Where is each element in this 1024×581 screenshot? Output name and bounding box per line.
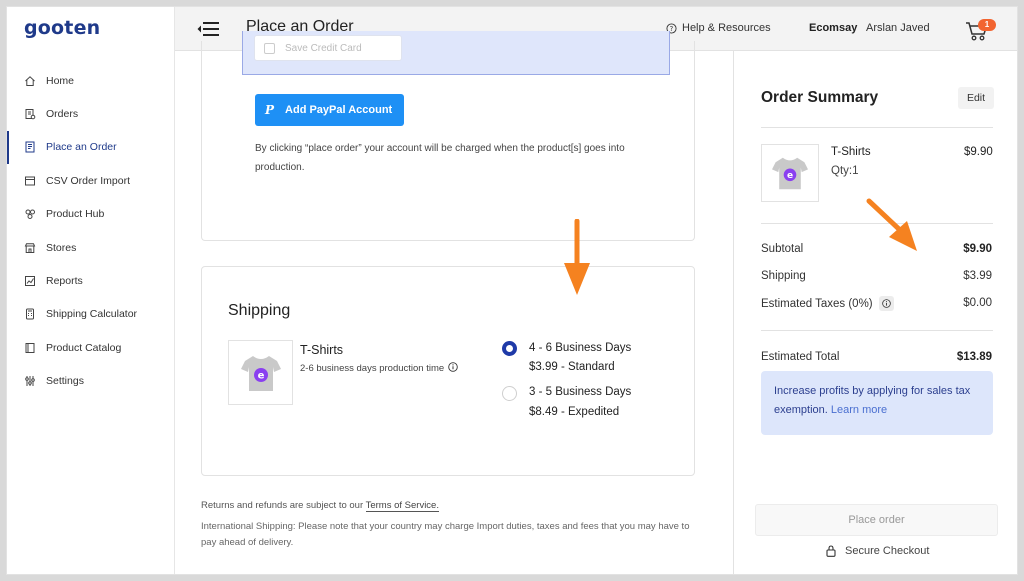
estimated-total-value: $13.89 xyxy=(956,351,992,363)
shipping-product-name: T-Shirts xyxy=(300,343,344,357)
sidebar-item-label: Product Catalog xyxy=(46,341,122,354)
gooten-logo[interactable]: gooten xyxy=(24,17,100,39)
shipping-option-price: $3.99 - Standard xyxy=(529,361,615,373)
help-resources-link[interactable]: ? Help & Resources xyxy=(666,22,771,34)
save-credit-card-checkbox[interactable]: Save Credit Card xyxy=(254,35,402,61)
subtotal-value: $9.90 xyxy=(963,243,992,255)
shipping-option-standard-radio[interactable] xyxy=(502,341,517,356)
place-order-button[interactable]: Place order xyxy=(755,504,998,536)
sidebar-item-stores[interactable]: Stores xyxy=(7,231,175,264)
summary-product-thumbnail: e xyxy=(761,144,819,202)
checkbox-icon xyxy=(264,42,275,54)
shipping-value: $3.99 xyxy=(963,270,992,282)
stores-icon xyxy=(24,242,36,254)
home-icon xyxy=(24,75,36,87)
shipping-option-price: $8.49 - Expedited xyxy=(529,406,620,418)
international-shipping-note: International Shipping: Please note that… xyxy=(201,521,690,548)
estimated-total-label: Estimated Total xyxy=(761,351,840,363)
secure-checkout-label: Secure Checkout xyxy=(845,545,930,557)
terms-of-service-link[interactable]: Terms of Service. xyxy=(365,500,439,512)
sidebar-nav: Home Orders Place an Order CSV Order Imp… xyxy=(7,64,175,398)
svg-text:e: e xyxy=(257,370,264,381)
summary-product-price: $9.90 xyxy=(964,146,993,158)
svg-text:?: ? xyxy=(670,25,674,33)
reports-icon xyxy=(24,275,36,287)
order-summary-title: Order Summary xyxy=(761,89,879,106)
estimated-taxes-label: Estimated Taxes (0%) xyxy=(761,297,873,310)
divider xyxy=(761,127,993,128)
add-paypal-button[interactable]: P Add PayPal Account xyxy=(255,94,404,126)
diagonal-arrow-icon xyxy=(866,198,917,251)
sidebar-item-reports[interactable]: Reports xyxy=(7,264,175,297)
sidebar-item-settings[interactable]: Settings xyxy=(7,365,175,398)
orders-icon xyxy=(24,108,36,120)
sidebar: gooten Home Orders Place an Order CSV Or… xyxy=(7,7,175,574)
settings-icon xyxy=(24,375,36,387)
payment-card: Save Credit Card P Add PayPal Account By… xyxy=(201,31,695,241)
help-label: Help & Resources xyxy=(682,22,771,34)
estimated-taxes-value: $0.00 xyxy=(963,297,992,309)
sidebar-item-label: Reports xyxy=(46,275,83,288)
sidebar-item-product-hub[interactable]: Product Hub xyxy=(7,198,175,231)
edit-button[interactable]: Edit xyxy=(958,87,994,109)
divider xyxy=(761,330,993,331)
sidebar-item-label: CSV Order Import xyxy=(46,174,131,187)
lock-icon xyxy=(826,545,836,557)
sidebar-item-shipping-calculator[interactable]: Shipping Calculator xyxy=(7,298,175,331)
sidebar-item-csv-import[interactable]: CSV Order Import xyxy=(7,164,175,197)
main-content: Save Credit Card P Add PayPal Account By… xyxy=(175,31,733,574)
tshirt-icon: e xyxy=(772,157,808,190)
cart-count-badge: 1 xyxy=(978,19,996,31)
production-time: 2-6 business days production time xyxy=(300,363,445,374)
sidebar-item-label: Orders xyxy=(46,108,79,121)
csv-import-icon xyxy=(24,175,36,187)
menu-collapse-icon[interactable] xyxy=(196,20,220,38)
info-icon[interactable] xyxy=(448,362,458,372)
add-paypal-label: Add PayPal Account xyxy=(285,104,393,116)
charge-disclaimer: By clicking “place order” your account w… xyxy=(255,143,625,173)
tshirt-icon: e xyxy=(240,355,281,391)
tax-info-icon[interactable] xyxy=(878,296,894,311)
shipping-label: Shipping xyxy=(761,270,806,282)
sidebar-item-home[interactable]: Home xyxy=(7,64,175,97)
product-thumbnail: e xyxy=(228,340,293,405)
returns-text: Returns and refunds are subject to our xyxy=(201,500,366,511)
app-window: gooten Home Orders Place an Order CSV Or… xyxy=(6,6,1018,575)
sidebar-item-label: Settings xyxy=(46,375,84,388)
tax-exemption-note: Increase profits by applying for sales t… xyxy=(761,371,993,435)
learn-more-link[interactable]: Learn more xyxy=(831,404,887,416)
calculator-icon xyxy=(24,308,36,320)
estimated-taxes-row: Estimated Taxes (0%) xyxy=(761,296,894,311)
user-name[interactable]: Arslan Javed xyxy=(866,22,930,34)
save-credit-card-label: Save Credit Card xyxy=(285,42,362,54)
catalog-icon xyxy=(24,342,36,354)
sidebar-item-orders[interactable]: Orders xyxy=(7,97,175,130)
place-order-icon xyxy=(24,141,36,153)
sidebar-item-label: Place an Order xyxy=(46,141,117,154)
subtotal-label: Subtotal xyxy=(761,243,804,255)
sidebar-item-place-order[interactable]: Place an Order xyxy=(7,130,175,165)
down-arrow-icon xyxy=(564,219,590,295)
shipping-option-days: 3 - 5 Business Days xyxy=(529,386,632,398)
svg-text:e: e xyxy=(787,171,793,181)
order-summary-panel: Order Summary Edit e T-Shirts Qty:1 $9.9… xyxy=(733,51,1017,574)
shipping-option-expedited-radio[interactable] xyxy=(502,386,517,401)
returns-note: Returns and refunds are subject to our T… xyxy=(201,500,439,512)
summary-product-name: T-Shirts xyxy=(831,146,871,158)
secure-checkout: Secure Checkout xyxy=(826,545,929,557)
summary-product-qty: Qty:1 xyxy=(831,165,859,177)
shipping-card: Shipping e T-Shirts 2-6 business days pr… xyxy=(201,266,695,476)
sidebar-item-label: Stores xyxy=(46,241,77,254)
product-hub-icon xyxy=(24,208,36,220)
shipping-option-days: 4 - 6 Business Days xyxy=(529,342,632,354)
paypal-icon: P xyxy=(265,103,275,117)
shipping-title: Shipping xyxy=(228,302,291,319)
sidebar-item-product-catalog[interactable]: Product Catalog xyxy=(7,331,175,364)
store-name[interactable]: Ecomsay xyxy=(809,22,857,34)
sidebar-item-label: Shipping Calculator xyxy=(46,308,138,321)
sidebar-item-label: Home xyxy=(46,74,75,87)
sidebar-item-label: Product Hub xyxy=(46,208,105,221)
